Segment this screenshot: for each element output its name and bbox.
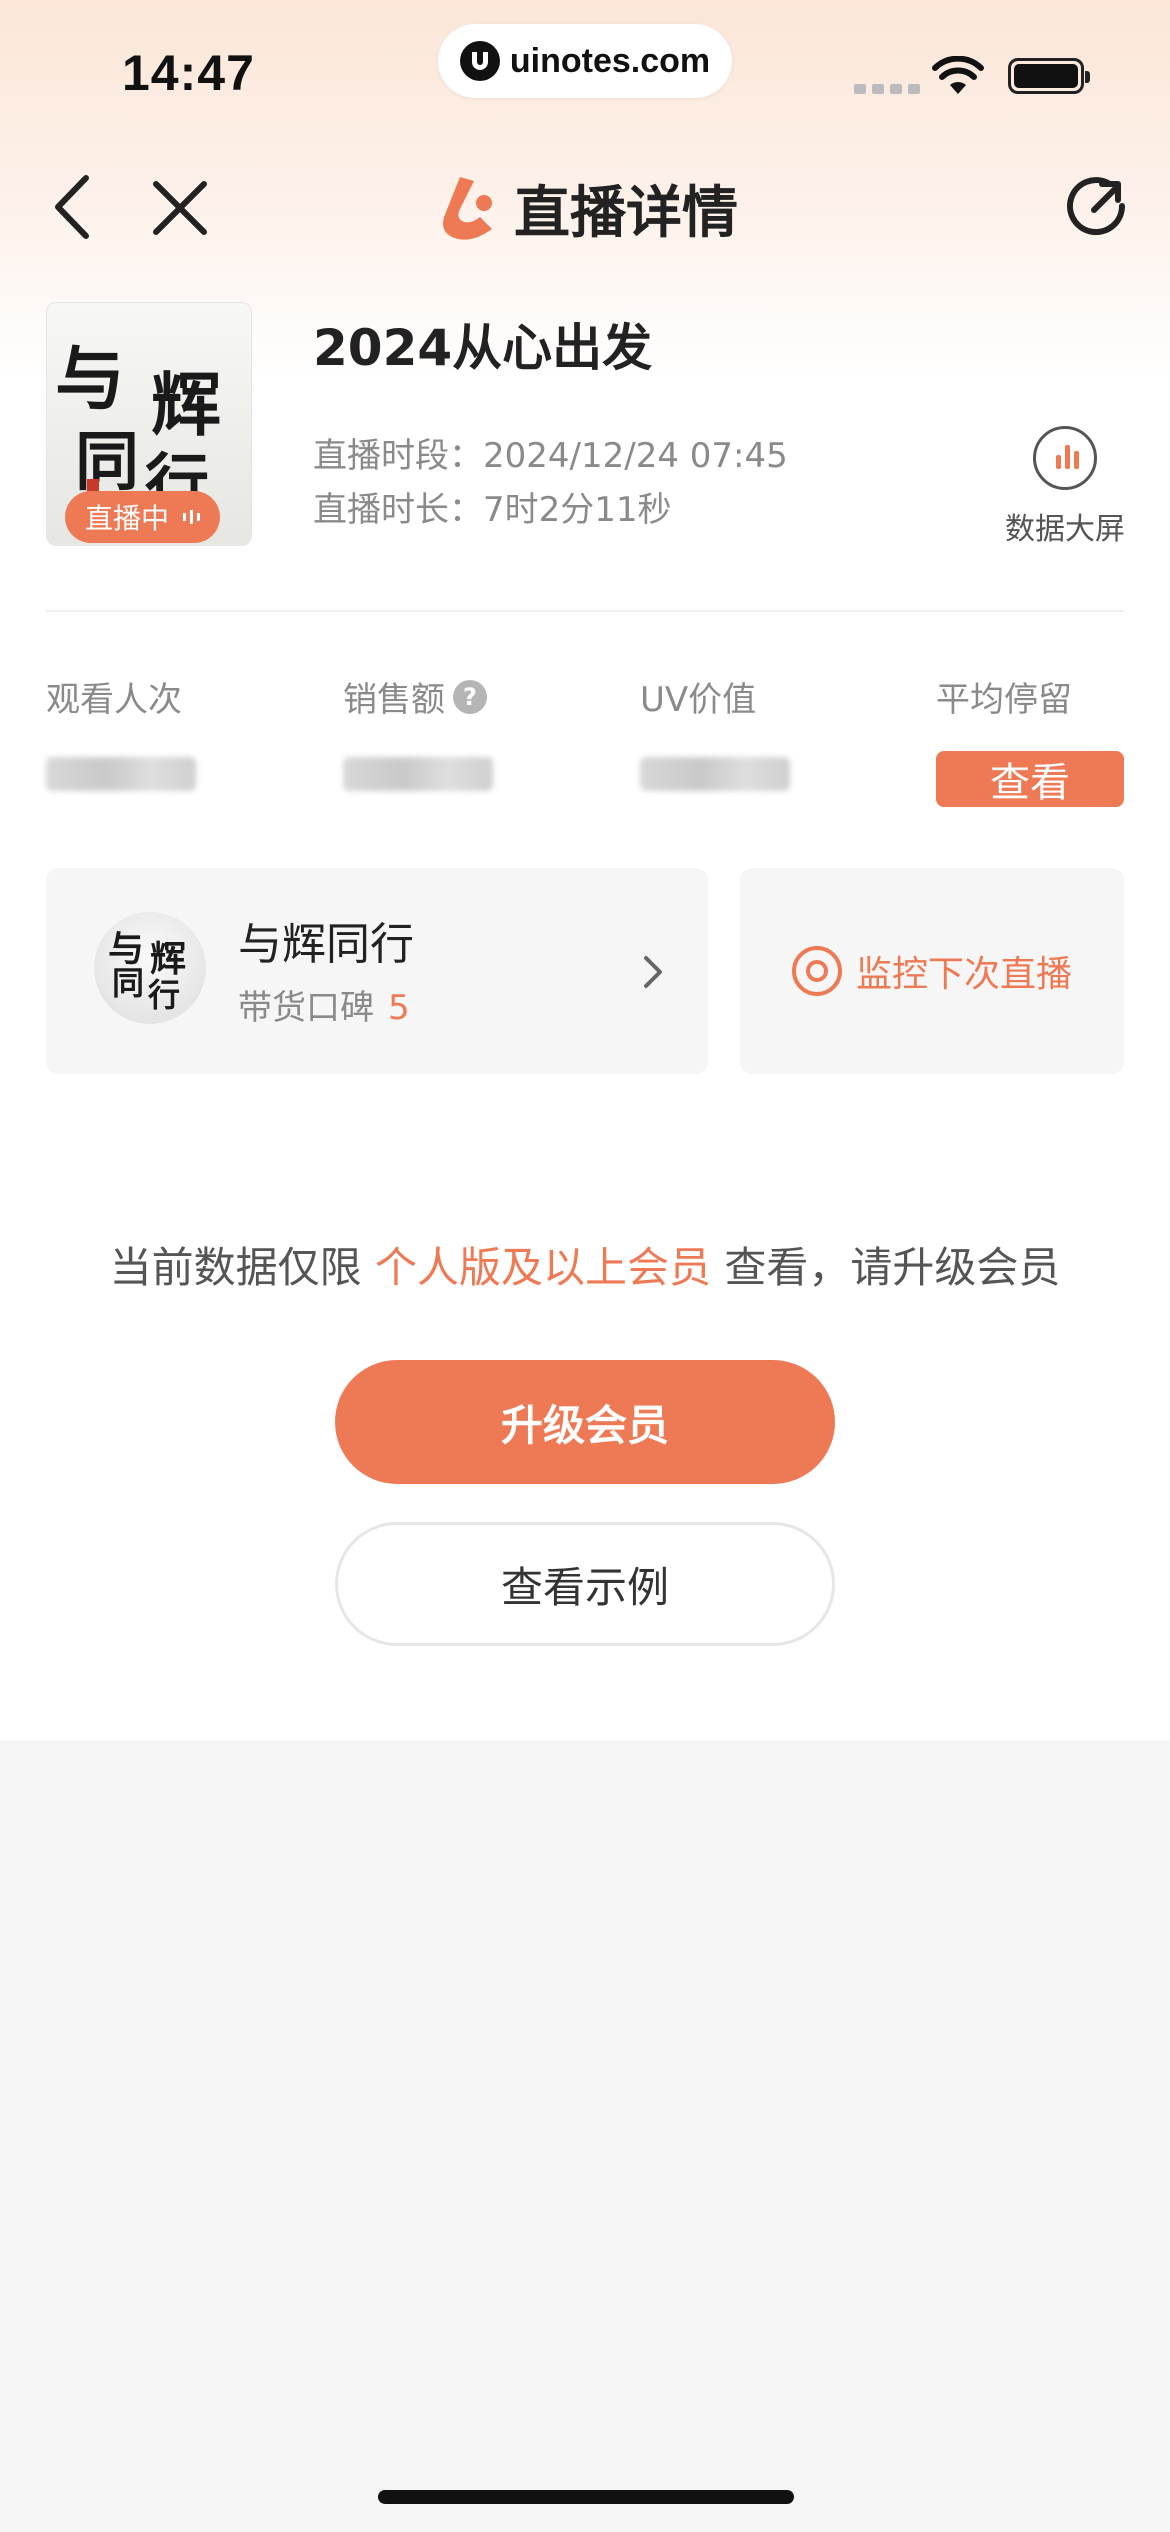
live-duration: 直播时长：7时2分11秒 bbox=[313, 482, 672, 531]
target-icon bbox=[791, 946, 842, 996]
reputation-label: 带货口碑 bbox=[238, 988, 374, 1028]
battery-icon bbox=[1008, 58, 1090, 94]
metric-sales: 销售额 ? bbox=[343, 672, 493, 791]
metric-value-blurred bbox=[46, 757, 196, 791]
metric-label: 销售额 bbox=[343, 680, 445, 720]
notice-suffix: 查看，请升级会员 bbox=[711, 1243, 1061, 1292]
upgrade-notice: 当前数据仅限 个人版及以上会员 查看，请升级会员 bbox=[0, 1234, 1170, 1295]
metric-label-group: 销售额 ? bbox=[343, 672, 493, 721]
live-status-badge: 直播中 bbox=[65, 491, 221, 543]
anchor-name: 与辉同行 bbox=[238, 919, 414, 970]
live-duration-value: 7时2分11秒 bbox=[483, 490, 672, 530]
live-cover-image[interactable]: 与 辉 同 行 直播中 bbox=[46, 302, 252, 546]
metric-label: 平均停留 bbox=[936, 680, 1072, 720]
monitor-next-live-button[interactable]: 监控下次直播 bbox=[740, 868, 1124, 1074]
cellular-signal-icon bbox=[854, 84, 920, 94]
cover-ink-char: 同 bbox=[75, 425, 139, 500]
cover-ink-char: 与 bbox=[55, 337, 125, 420]
view-example-button[interactable]: 查看示例 bbox=[335, 1522, 835, 1646]
wifi-icon bbox=[932, 56, 984, 94]
url-text: uinotes.com bbox=[509, 41, 711, 80]
monitor-label: 监控下次直播 bbox=[855, 954, 1072, 995]
notice-highlight[interactable]: 个人版及以上会员 bbox=[375, 1243, 711, 1292]
upgrade-member-button[interactable]: 升级会员 bbox=[335, 1360, 835, 1484]
metric-label: UV价值 bbox=[640, 680, 757, 720]
view-button[interactable]: 查看 bbox=[936, 751, 1124, 807]
anchor-card[interactable]: 与 辉 同 行 与辉同行 带货口碑 5 bbox=[46, 868, 708, 1074]
url-pill[interactable]: uinotes.com bbox=[438, 24, 732, 98]
home-indicator[interactable] bbox=[378, 2490, 794, 2504]
live-wave-icon bbox=[183, 510, 201, 524]
status-time: 14:47 bbox=[122, 45, 255, 101]
live-period: 直播时段：2024/12/24 07:45 bbox=[313, 428, 788, 477]
metric-uv-value: UV价值 bbox=[640, 672, 790, 791]
metric-value-blurred bbox=[343, 757, 493, 791]
metric-value-blurred bbox=[640, 757, 790, 791]
nav-title-group: 直播详情 bbox=[430, 168, 738, 249]
data-bigscreen-button[interactable]: 数据大屏 bbox=[1000, 426, 1130, 548]
live-duration-label: 直播时长： bbox=[313, 490, 483, 530]
notice-prefix: 当前数据仅限 bbox=[109, 1243, 375, 1292]
metric-avg-stay: 平均停留 查看 bbox=[936, 672, 1124, 807]
app-logo-icon bbox=[443, 176, 492, 240]
reputation-score: 5 bbox=[388, 988, 410, 1028]
divider bbox=[46, 610, 1124, 612]
avatar-ink-char: 同 bbox=[112, 964, 145, 1002]
bigscreen-label: 数据大屏 bbox=[1005, 512, 1125, 547]
live-badge-label: 直播中 bbox=[85, 502, 170, 535]
chevron-right-icon bbox=[644, 956, 662, 988]
live-period-value: 2024/12/24 07:45 bbox=[483, 436, 788, 476]
live-title: 2024从心出发 bbox=[313, 319, 653, 377]
metric-views: 观看人次 bbox=[46, 672, 196, 791]
metric-label: 观看人次 bbox=[46, 680, 182, 720]
site-logo-icon bbox=[459, 41, 500, 81]
avatar: 与 辉 同 行 bbox=[94, 912, 206, 1024]
bar-chart-icon bbox=[1033, 426, 1097, 490]
back-icon[interactable] bbox=[48, 172, 98, 242]
live-period-label: 直播时段： bbox=[313, 436, 483, 476]
page-title: 直播详情 bbox=[514, 181, 738, 246]
help-icon[interactable]: ? bbox=[453, 679, 487, 714]
refresh-icon[interactable] bbox=[1060, 170, 1132, 242]
close-icon[interactable] bbox=[150, 178, 210, 238]
anchor-reputation: 带货口碑 5 bbox=[238, 980, 410, 1029]
avatar-ink-char: 行 bbox=[148, 976, 181, 1014]
